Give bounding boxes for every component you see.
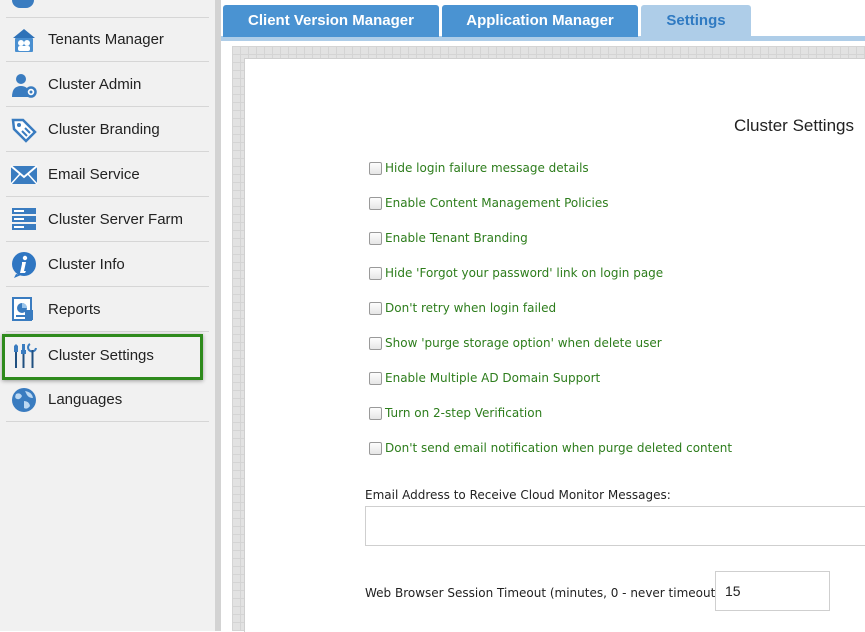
- checkbox[interactable]: [369, 442, 382, 455]
- globe-icon: [10, 386, 38, 414]
- option-label: Hide login failure message details: [385, 161, 589, 175]
- checkbox[interactable]: [369, 267, 382, 280]
- tab-client-version-manager[interactable]: Client Version Manager: [223, 5, 439, 37]
- branding-tag-icon: [10, 116, 38, 144]
- reports-icon: [10, 296, 38, 324]
- checkbox[interactable]: [369, 372, 382, 385]
- option-label: Hide 'Forgot your password' link on logi…: [385, 266, 664, 280]
- sidebar-top-partial-icon: [12, 0, 34, 8]
- sidebar-item-reports[interactable]: Reports: [6, 288, 209, 332]
- envelope-icon: [10, 161, 38, 189]
- option-label: Don't send email notification when purge…: [385, 441, 733, 455]
- sidebar-item-cluster-branding[interactable]: Cluster Branding: [6, 108, 209, 152]
- sidebar-item-cluster-server-farm[interactable]: Cluster Server Farm: [6, 198, 209, 242]
- tab-settings[interactable]: Settings: [641, 5, 751, 37]
- sidebar: Tenants Manager Cluster Admin Cluster Br…: [0, 0, 215, 631]
- sidebar-item-label: Cluster Admin: [48, 76, 142, 93]
- sidebar-item-label: Cluster Info: [48, 256, 125, 273]
- info-icon: [10, 251, 38, 279]
- timeout-field-label: Web Browser Session Timeout (minutes, 0 …: [365, 586, 725, 600]
- timeout-input[interactable]: 15: [715, 571, 830, 611]
- sidebar-splitter[interactable]: [215, 0, 221, 631]
- settings-tools-icon: [10, 342, 38, 370]
- sidebar-item-label: Languages: [48, 391, 123, 408]
- cluster-admin-icon: [10, 71, 38, 99]
- server-farm-icon: [10, 206, 38, 234]
- page-title: Cluster Settings: [734, 116, 854, 135]
- tenants-icon: [10, 26, 38, 54]
- option-label: Turn on 2-step Verification: [385, 406, 543, 420]
- option-label: Enable Content Management Policies: [385, 196, 609, 210]
- sidebar-item-tenants-manager[interactable]: Tenants Manager: [6, 18, 209, 62]
- sidebar-item-cluster-settings[interactable]: Cluster Settings: [2, 334, 203, 380]
- sidebar-item-label: Cluster Server Farm: [48, 211, 184, 228]
- checkbox[interactable]: [369, 302, 382, 315]
- sidebar-item-cluster-admin[interactable]: Cluster Admin: [6, 63, 209, 107]
- sidebar-item-cluster-info[interactable]: Cluster Info: [6, 243, 209, 287]
- sidebar-item-label: Reports: [48, 301, 101, 318]
- sidebar-item-label: Tenants Manager: [48, 31, 164, 48]
- checkbox[interactable]: [369, 162, 382, 175]
- checkbox[interactable]: [369, 197, 382, 210]
- email-field-label: Email Address to Receive Cloud Monitor M…: [365, 488, 671, 502]
- sidebar-item-label: Cluster Branding: [48, 121, 160, 138]
- option-label: Enable Multiple AD Domain Support: [385, 371, 601, 385]
- sidebar-item-label: Email Service: [48, 166, 140, 183]
- sidebar-item-label: Cluster Settings: [48, 347, 154, 364]
- option-label: Show 'purge storage option' when delete …: [385, 336, 662, 350]
- option-label: Don't retry when login failed: [385, 301, 557, 315]
- sidebar-item-email-service[interactable]: Email Service: [6, 153, 209, 197]
- checkbox[interactable]: [369, 407, 382, 420]
- option-label: Enable Tenant Branding: [385, 231, 528, 245]
- checkbox[interactable]: [369, 337, 382, 350]
- tab-application-manager[interactable]: Application Manager: [442, 5, 638, 37]
- sidebar-item-languages[interactable]: Languages: [6, 378, 209, 422]
- checkbox[interactable]: [369, 232, 382, 245]
- email-field[interactable]: [365, 506, 865, 546]
